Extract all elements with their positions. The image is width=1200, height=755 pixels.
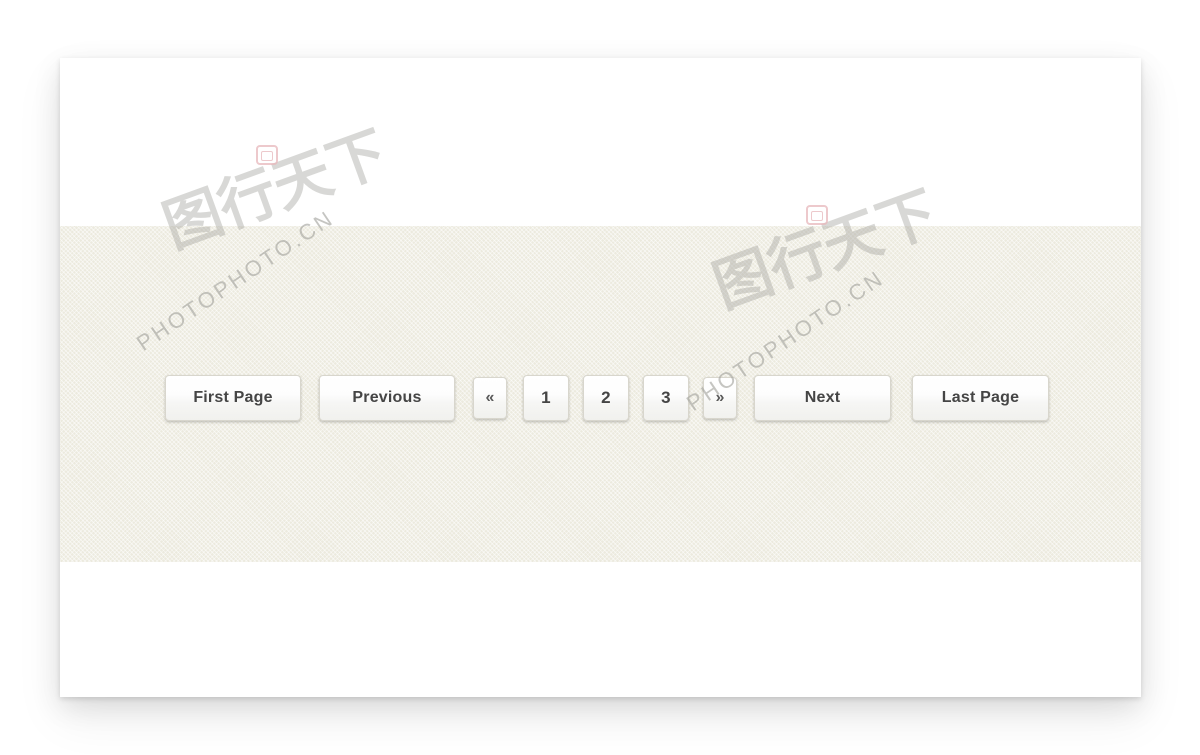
next-button[interactable]: Next	[754, 375, 891, 421]
page-number-button[interactable]: 2	[583, 375, 629, 421]
previous-button[interactable]: Previous	[319, 375, 455, 421]
card-top-region	[60, 58, 1141, 226]
last-page-button[interactable]: Last Page	[912, 375, 1049, 421]
pagination-bar: First Page Previous « 1 2 3 » Next Last …	[60, 375, 1141, 421]
beige-band-region: First Page Previous « 1 2 3 » Next Last …	[60, 226, 1141, 562]
double-right-chevron-icon-button[interactable]: »	[703, 377, 737, 419]
page-number-button[interactable]: 1	[523, 375, 569, 421]
page-number-button[interactable]: 3	[643, 375, 689, 421]
page-stage: First Page Previous « 1 2 3 » Next Last …	[0, 0, 1200, 755]
first-page-button[interactable]: First Page	[165, 375, 301, 421]
double-left-chevron-icon-button[interactable]: «	[473, 377, 507, 419]
card-bottom-region	[60, 562, 1141, 697]
content-card: First Page Previous « 1 2 3 » Next Last …	[60, 58, 1141, 697]
